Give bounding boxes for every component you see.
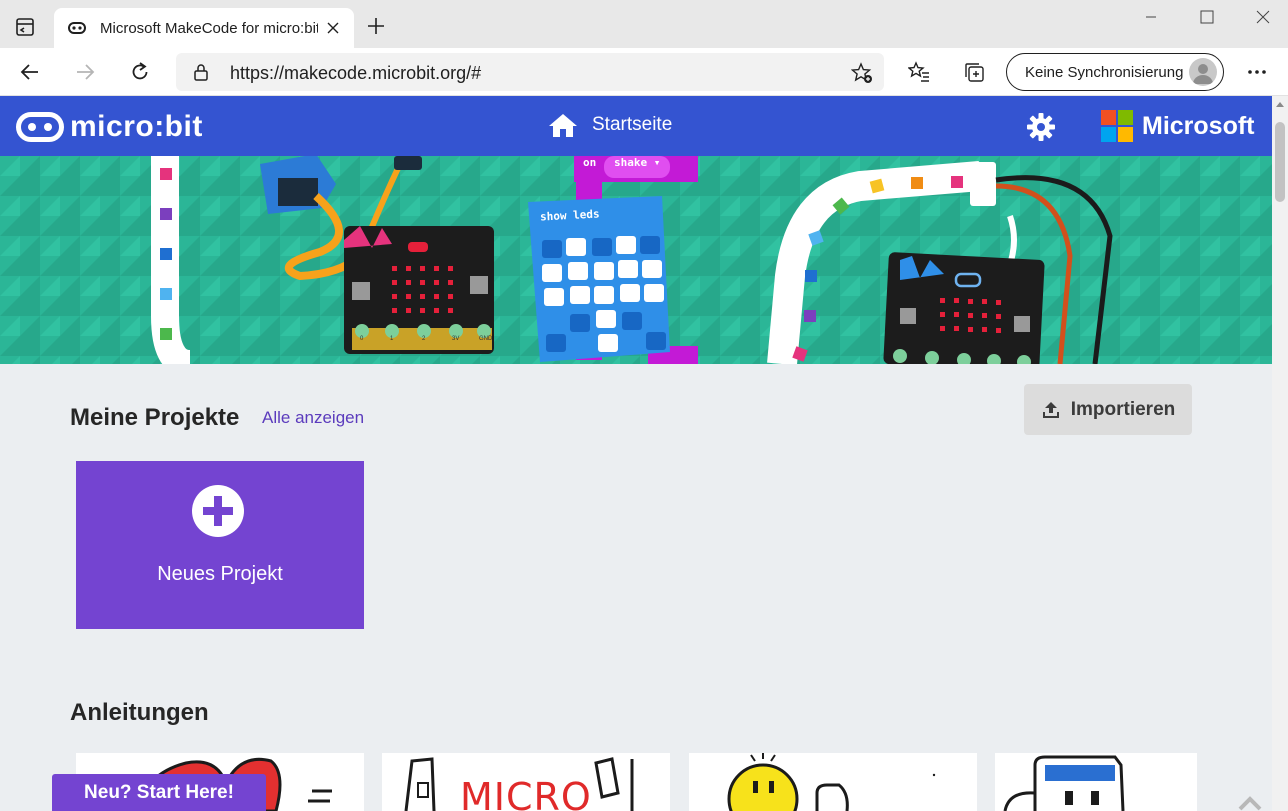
sync-label: Keine Synchronisierung — [1025, 63, 1184, 81]
tab-title: Microsoft MakeCode for micro:bit — [100, 19, 318, 37]
chevron-up-icon[interactable] — [1238, 796, 1262, 811]
micro-card-text: MICRO — [460, 775, 592, 811]
reload-icon[interactable] — [124, 56, 156, 88]
favorites-icon[interactable] — [903, 56, 935, 88]
tutorials-title: Anleitungen — [70, 699, 209, 726]
more-options-icon[interactable] — [1241, 56, 1273, 88]
upload-icon — [1042, 401, 1059, 418]
logo-text: micro:bit — [70, 110, 203, 143]
collections-icon[interactable] — [958, 56, 990, 88]
smiley-drawing-icon — [727, 753, 936, 811]
browser-tab-strip: Microsoft MakeCode for micro:bit — [0, 0, 1288, 48]
microbit-logo-icon — [16, 112, 64, 142]
lock-icon[interactable] — [192, 63, 210, 81]
forward-icon[interactable] — [69, 56, 101, 88]
app-header: micro:bit Startseite Microsoft — [0, 96, 1272, 156]
url-text[interactable]: https://makecode.microbit.org/# — [230, 63, 481, 84]
microsoft-squares-icon — [1101, 110, 1133, 142]
page-content: micro:bit Startseite Microsoft on shake … — [0, 96, 1272, 811]
my-projects-title: Meine Projekte — [70, 404, 240, 431]
new-project-label: Neues Projekt — [157, 563, 283, 585]
microsoft-logo[interactable]: Microsoft — [1101, 110, 1255, 142]
start-here-button[interactable]: Neu? Start Here! — [52, 774, 266, 811]
browser-tab[interactable]: Microsoft MakeCode for micro:bit — [54, 8, 354, 48]
minimize-icon[interactable] — [1128, 4, 1174, 30]
pin-label-0: 0 — [360, 336, 364, 342]
block-on-label: on — [583, 156, 597, 169]
tab-actions-icon[interactable] — [8, 12, 42, 42]
page-scrollbar[interactable] — [1272, 96, 1288, 811]
microbit-favicon-icon — [68, 19, 86, 37]
add-favorite-icon[interactable] — [850, 61, 874, 85]
sync-profile-button[interactable]: Keine Synchronisierung — [1006, 53, 1224, 91]
see-all-link[interactable]: Alle anzeigen — [262, 408, 364, 428]
robot-drawing-icon — [1003, 755, 1125, 811]
browser-toolbar: https://makecode.microbit.org/# Keine Sy… — [0, 48, 1288, 96]
address-bar[interactable]: https://makecode.microbit.org/# — [176, 53, 884, 91]
close-window-icon[interactable] — [1240, 4, 1286, 30]
tutorial-card-smiley[interactable] — [689, 753, 977, 811]
settings-gear-icon[interactable] — [1026, 112, 1056, 142]
new-tab-icon[interactable] — [364, 14, 388, 38]
import-button[interactable]: Importieren — [1024, 384, 1192, 435]
pin-label-3v: 3V — [452, 336, 460, 342]
scrollbar-thumb[interactable] — [1275, 122, 1285, 202]
tab-close-icon[interactable] — [324, 19, 342, 37]
import-label: Importieren — [1070, 398, 1176, 420]
home-link[interactable]: Startseite — [548, 112, 672, 138]
tutorial-card-robot[interactable] — [995, 753, 1197, 811]
plus-icon — [192, 485, 244, 537]
hero-banner: on shake ▾ show leds 0 1 2 3V GND — [0, 156, 1272, 364]
hero-illustration — [0, 156, 1272, 364]
microbit-logo[interactable]: micro:bit — [16, 110, 203, 144]
tutorial-card-micro[interactable]: MICRO — [382, 753, 670, 811]
block-shake-label: shake ▾ — [614, 156, 661, 169]
maximize-icon[interactable] — [1184, 4, 1230, 30]
home-label: Startseite — [592, 114, 673, 135]
profile-avatar-icon — [1189, 58, 1217, 86]
scroll-up-arrow-icon[interactable] — [1276, 102, 1284, 107]
pin-label-1: 1 — [390, 336, 394, 342]
new-project-card[interactable]: Neues Projekt — [76, 461, 364, 629]
pin-label-gnd: GND — [479, 336, 493, 342]
home-icon — [549, 114, 577, 137]
back-icon[interactable] — [14, 56, 46, 88]
pin-label-2: 2 — [422, 336, 426, 342]
microsoft-text: Microsoft — [1142, 111, 1255, 140]
